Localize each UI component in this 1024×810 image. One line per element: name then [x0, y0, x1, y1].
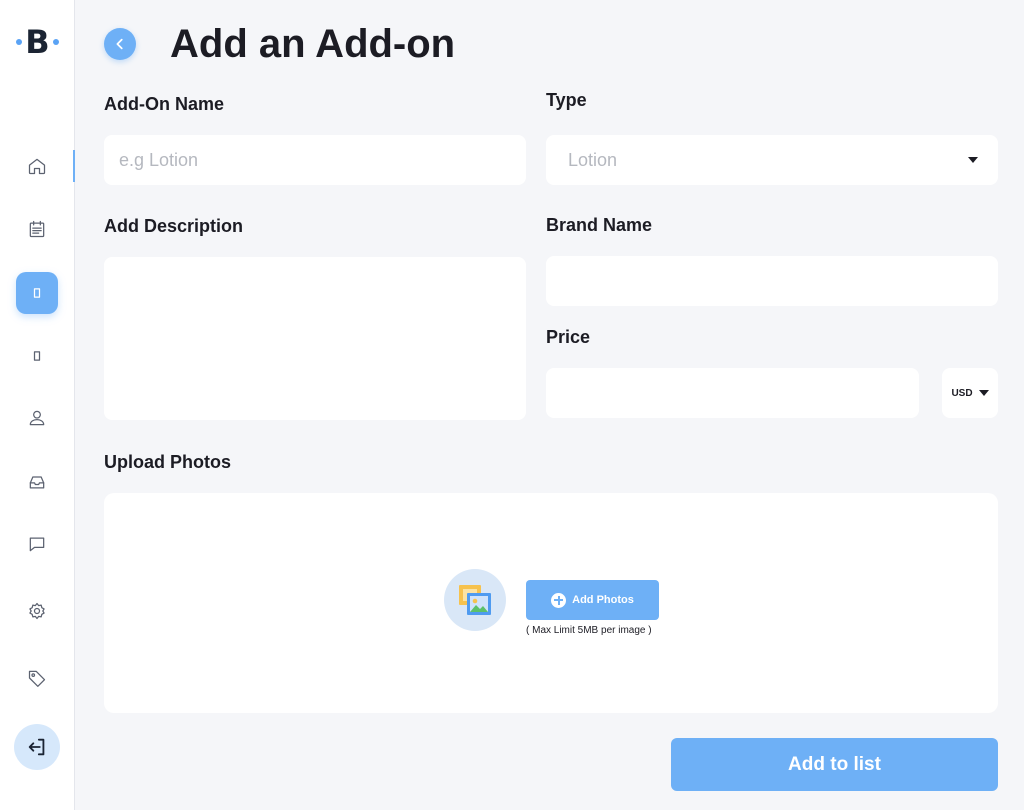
home-icon — [28, 158, 46, 175]
logo-dot-left — [16, 39, 23, 45]
logo-dot-right — [52, 39, 59, 45]
type-label: Type — [546, 90, 587, 110]
description-label: Add Description — [104, 216, 244, 236]
sidebar-item-messages[interactable] — [16, 523, 58, 565]
addon-name-label: Add-On Name — [104, 94, 225, 114]
sidebar-item-calendar[interactable] — [16, 208, 58, 250]
upload-photos-label: Upload Photos — [104, 452, 231, 472]
chevron-left-icon — [116, 38, 123, 50]
box-icon — [33, 288, 41, 298]
sidebar-item-settings[interactable] — [16, 590, 58, 632]
sidebar-item-products[interactable] — [16, 335, 58, 377]
sidebar-item-addons[interactable] — [16, 272, 58, 314]
sidebar-item-users[interactable] — [16, 397, 58, 439]
caret-down-icon — [978, 390, 989, 396]
logout-button[interactable] — [14, 724, 60, 770]
box-icon — [33, 351, 41, 361]
logout-icon — [28, 738, 45, 756]
chat-icon — [29, 537, 45, 552]
user-icon — [29, 410, 45, 426]
sidebar-item-inbox[interactable] — [16, 461, 58, 503]
plus-circle-icon — [551, 592, 567, 608]
description-textarea[interactable] — [104, 257, 526, 420]
price-input[interactable] — [546, 368, 919, 418]
gear-icon — [29, 602, 45, 620]
add-to-list-button[interactable]: Add to list — [671, 738, 998, 791]
add-photos-button[interactable]: Add Photos — [526, 580, 659, 620]
image-placeholder-icon — [444, 569, 506, 631]
brand-name-input[interactable] — [546, 256, 998, 306]
upload-limit-hint: ( Max Limit 5MB per image ) — [526, 625, 652, 636]
inbox-icon — [29, 476, 45, 489]
currency-value: USD — [951, 387, 973, 399]
calendar-icon — [29, 220, 45, 238]
currency-select[interactable]: USD — [942, 368, 998, 418]
price-label: Price — [546, 327, 591, 347]
logo-letter: B — [25, 23, 50, 61]
tag-icon — [28, 670, 46, 687]
type-select[interactable]: Lotion — [546, 135, 998, 185]
sidebar: B — [0, 0, 75, 810]
sidebar-item-tags[interactable] — [16, 657, 58, 699]
active-indicator — [73, 150, 75, 182]
add-photos-label: Add Photos — [572, 594, 634, 606]
sidebar-item-home[interactable] — [16, 145, 58, 187]
type-select-value: Lotion — [568, 149, 618, 170]
back-button[interactable] — [104, 28, 136, 60]
brand-name-label: Brand Name — [546, 215, 653, 235]
brand-logo[interactable]: B — [0, 22, 75, 62]
addon-name-input[interactable] — [104, 135, 526, 185]
caret-down-icon — [968, 157, 978, 163]
page-title: Add an Add-on — [170, 22, 456, 66]
